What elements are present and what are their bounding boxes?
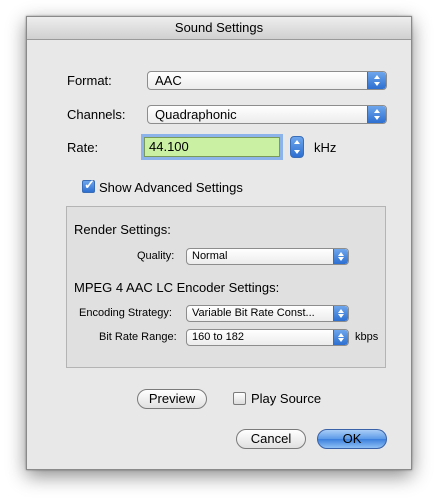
bitrate-range-popup[interactable]: 160 to 182 (186, 329, 349, 346)
preview-button[interactable]: Preview (137, 389, 207, 409)
channels-value: Quadraphonic (155, 107, 237, 122)
format-value: AAC (155, 73, 182, 88)
updown-arrows-icon (333, 330, 348, 345)
channels-label: Channels: (67, 107, 126, 122)
stepper-icon (291, 137, 303, 157)
format-label: Format: (67, 73, 112, 88)
checkmark-icon: ✓ (84, 177, 95, 192)
play-source-checkbox[interactable] (233, 392, 246, 405)
play-source-label: Play Source (251, 391, 322, 406)
channels-popup[interactable]: Quadraphonic (147, 105, 387, 124)
rate-stepper[interactable] (290, 136, 304, 158)
bitrate-unit: kbps (355, 331, 379, 343)
encoding-strategy-popup[interactable]: Variable Bit Rate Const... (186, 305, 349, 322)
quality-popup[interactable]: Normal (186, 248, 349, 265)
quality-value: Normal (192, 250, 228, 262)
encoding-strategy-label: Encoding Strategy: (79, 307, 172, 319)
bitrate-range-label: Bit Rate Range: (99, 331, 177, 343)
updown-arrows-icon (367, 72, 386, 89)
format-popup[interactable]: AAC (147, 71, 387, 90)
advanced-settings-group: Render Settings: Quality: Normal MPEG 4 … (66, 206, 386, 368)
updown-arrows-icon (333, 249, 348, 264)
encoder-settings-heading: MPEG 4 AAC LC Encoder Settings: (74, 280, 280, 295)
show-advanced-checkbox[interactable]: ✓ (82, 177, 95, 193)
render-settings-heading: Render Settings: (74, 222, 171, 237)
updown-arrows-icon (367, 106, 386, 123)
cancel-button[interactable]: Cancel (236, 429, 306, 449)
rate-field[interactable]: 44.100 (144, 137, 280, 157)
window-title: Sound Settings (27, 17, 411, 40)
rate-label: Rate: (67, 140, 99, 155)
bitrate-range-value: 160 to 182 (192, 331, 244, 343)
rate-unit: kHz (314, 140, 337, 155)
encoding-strategy-value: Variable Bit Rate Const... (192, 307, 315, 319)
quality-label: Quality: (137, 250, 175, 262)
sound-settings-dialog: Sound Settings Format: AAC Channels: Qua… (26, 16, 412, 470)
show-advanced-label: Show Advanced Settings (99, 180, 243, 195)
ok-button[interactable]: OK (317, 429, 387, 449)
updown-arrows-icon (333, 306, 348, 321)
